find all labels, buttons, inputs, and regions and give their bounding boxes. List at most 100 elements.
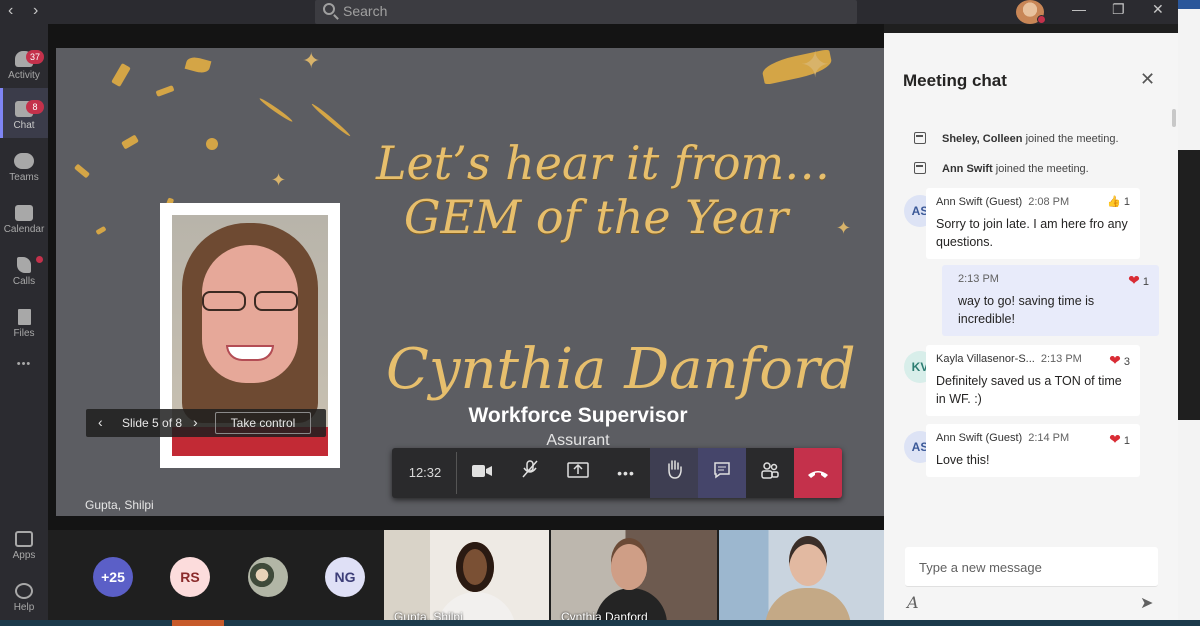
maximize-icon[interactable]: ❐ bbox=[1112, 1, 1125, 18]
video-tile[interactable] bbox=[719, 530, 884, 626]
chat-message[interactable]: Kayla Villasenor-S... 2:13 PM ❤ 3 Definit… bbox=[926, 345, 1140, 416]
camera-button[interactable] bbox=[458, 448, 506, 498]
system-message-text: joined the meeting. bbox=[995, 163, 1089, 175]
search-icon bbox=[323, 3, 335, 15]
calls-dot bbox=[36, 256, 43, 263]
mute-button[interactable] bbox=[506, 448, 554, 498]
rail-label-activity: Activity bbox=[8, 70, 40, 81]
show-participants-button[interactable] bbox=[746, 448, 794, 498]
call-controls: 12:32 ••• bbox=[392, 448, 842, 498]
raise-hand-button[interactable] bbox=[650, 448, 698, 498]
slide-headline: Let’s hear it from… GEM of the Year bbox=[376, 136, 831, 244]
rail-item-calendar[interactable]: Calendar bbox=[0, 192, 48, 242]
close-window-icon[interactable]: ✕ bbox=[1152, 1, 1164, 18]
app-rail: 37 Activity 8 Chat Teams Calendar Calls … bbox=[0, 24, 48, 626]
participant-avatar-ng[interactable]: NG bbox=[325, 557, 365, 597]
rail-label-calls: Calls bbox=[12, 276, 36, 287]
conversation-icon bbox=[714, 462, 730, 479]
next-slide-button[interactable]: › bbox=[193, 414, 198, 430]
take-control-button[interactable]: Take control bbox=[215, 412, 311, 434]
taskbar-active-app[interactable] bbox=[172, 620, 224, 626]
message-body: Love this! bbox=[936, 453, 990, 467]
search-input[interactable]: Search bbox=[315, 0, 857, 24]
more-actions-button[interactable]: ••• bbox=[602, 448, 650, 498]
previous-slide-button[interactable]: ‹ bbox=[98, 414, 103, 430]
star-icon: ✦ bbox=[302, 48, 321, 73]
message-compose-box[interactable]: Type a new message bbox=[905, 547, 1158, 587]
reaction-heart[interactable]: ❤ 3 bbox=[1109, 352, 1130, 369]
rail-item-calls[interactable]: Calls bbox=[0, 244, 48, 294]
format-icon[interactable]: A bbox=[907, 593, 919, 612]
hang-up-button[interactable] bbox=[794, 448, 842, 498]
rail-item-activity[interactable]: 37 Activity bbox=[0, 38, 48, 88]
rail-label-calendar: Calendar bbox=[3, 224, 45, 235]
message-time: 2:13 PM bbox=[958, 273, 999, 285]
mic-off-icon bbox=[522, 460, 538, 478]
slide-headline-line-1: Let’s hear it from… bbox=[376, 136, 831, 190]
confetti-piece bbox=[206, 138, 218, 150]
rail-item-apps[interactable]: Apps bbox=[0, 518, 48, 568]
rail-item-teams[interactable]: Teams bbox=[0, 140, 48, 190]
tile-person-head bbox=[789, 536, 827, 586]
presence-dot bbox=[1037, 15, 1046, 24]
profile-avatar[interactable] bbox=[1016, 0, 1046, 24]
message-time: 2:13 PM bbox=[1040, 353, 1082, 365]
chat-scrollbar[interactable] bbox=[1172, 109, 1176, 127]
reaction-like[interactable]: 👍 1 bbox=[1107, 195, 1130, 208]
back-arrow-icon[interactable]: ‹ bbox=[8, 2, 13, 20]
chat-message[interactable]: Ann Swift (Guest) 2:08 PM 👍 1 Sorry to jo… bbox=[926, 188, 1140, 259]
forward-arrow-icon[interactable]: › bbox=[33, 2, 38, 20]
video-tile[interactable]: Gupta, Shilpi bbox=[384, 530, 549, 626]
system-message: Ann Swift joined the meeting. bbox=[942, 163, 1089, 175]
slide-job-title: Workforce Supervisor bbox=[468, 404, 688, 427]
rail-label-files: Files bbox=[13, 328, 35, 339]
message-author: Kayla Villasenor-S... bbox=[936, 353, 1035, 365]
confetti-piece bbox=[95, 225, 107, 236]
background-window-panel bbox=[1178, 150, 1200, 420]
rail-more-button[interactable]: ••• bbox=[0, 358, 48, 382]
file-icon bbox=[17, 309, 31, 325]
show-conversation-button[interactable] bbox=[698, 448, 746, 498]
rail-item-help[interactable]: Help bbox=[0, 570, 48, 620]
message-header: Kayla Villasenor-S... 2:13 PM ❤ 3 bbox=[936, 352, 1130, 369]
chat-message-own[interactable]: 2:13 PM ❤ 1 way to go! saving time is in… bbox=[942, 265, 1159, 336]
slide-honoree-name: Cynthia Danford bbox=[386, 337, 856, 402]
people-icon bbox=[761, 462, 779, 479]
star-icon: ✦ bbox=[271, 170, 287, 190]
heart-icon: ❤ bbox=[1128, 272, 1140, 288]
video-tile[interactable]: Cynthia Danford bbox=[551, 530, 717, 626]
message-header: Ann Swift (Guest) 2:14 PM ❤ 1 bbox=[936, 431, 1130, 448]
apps-icon bbox=[15, 531, 33, 547]
help-icon bbox=[15, 583, 33, 599]
share-tray-icon bbox=[567, 462, 589, 478]
participant-avatar-photo[interactable] bbox=[248, 557, 288, 597]
hang-up-icon bbox=[808, 471, 828, 478]
participant-avatar-rs[interactable]: RS bbox=[170, 557, 210, 597]
reaction-heart[interactable]: ❤ 1 bbox=[1109, 431, 1130, 448]
close-chat-icon[interactable]: ✕ bbox=[1140, 69, 1155, 90]
system-message-text: joined the meeting. bbox=[1025, 133, 1119, 145]
message-header: Ann Swift (Guest) 2:08 PM 👍 1 bbox=[936, 196, 1130, 212]
shared-slide: ✦ ✦ ✦ ✦ Let’s hear it from… GEM of the Y… bbox=[56, 48, 884, 516]
heart-icon: ❤ bbox=[1109, 431, 1121, 447]
minimize-icon[interactable]: — bbox=[1072, 1, 1086, 17]
rail-item-files[interactable]: Files bbox=[0, 296, 48, 346]
send-icon[interactable]: ➤ bbox=[1140, 593, 1153, 613]
more-participants-button[interactable]: +25 bbox=[93, 557, 133, 597]
message-author: Ann Swift (Guest) bbox=[936, 432, 1023, 444]
reaction-count: 1 bbox=[1123, 435, 1130, 447]
share-screen-button[interactable] bbox=[554, 448, 602, 498]
reaction-heart[interactable]: ❤ 1 bbox=[1128, 272, 1149, 289]
confetti-piece bbox=[73, 163, 91, 179]
rail-item-chat[interactable]: 8 Chat bbox=[0, 88, 48, 138]
reaction-count: 1 bbox=[1142, 276, 1149, 288]
chat-message[interactable]: Ann Swift (Guest) 2:14 PM ❤ 1 Love this! bbox=[926, 424, 1140, 477]
message-header: 2:13 PM ❤ 1 bbox=[952, 272, 1149, 289]
message-body: way to go! saving time is incredible! bbox=[958, 294, 1095, 326]
photo-face bbox=[202, 245, 298, 383]
teams-window: ‹ › Search — ❐ ✕ 37 Activity 8 Chat Team… bbox=[0, 0, 1200, 626]
call-bar-divider bbox=[456, 452, 457, 494]
background-window-edge bbox=[1178, 0, 1200, 626]
hand-icon bbox=[668, 460, 682, 479]
slide-counter: Slide 5 of 8 bbox=[122, 416, 183, 430]
